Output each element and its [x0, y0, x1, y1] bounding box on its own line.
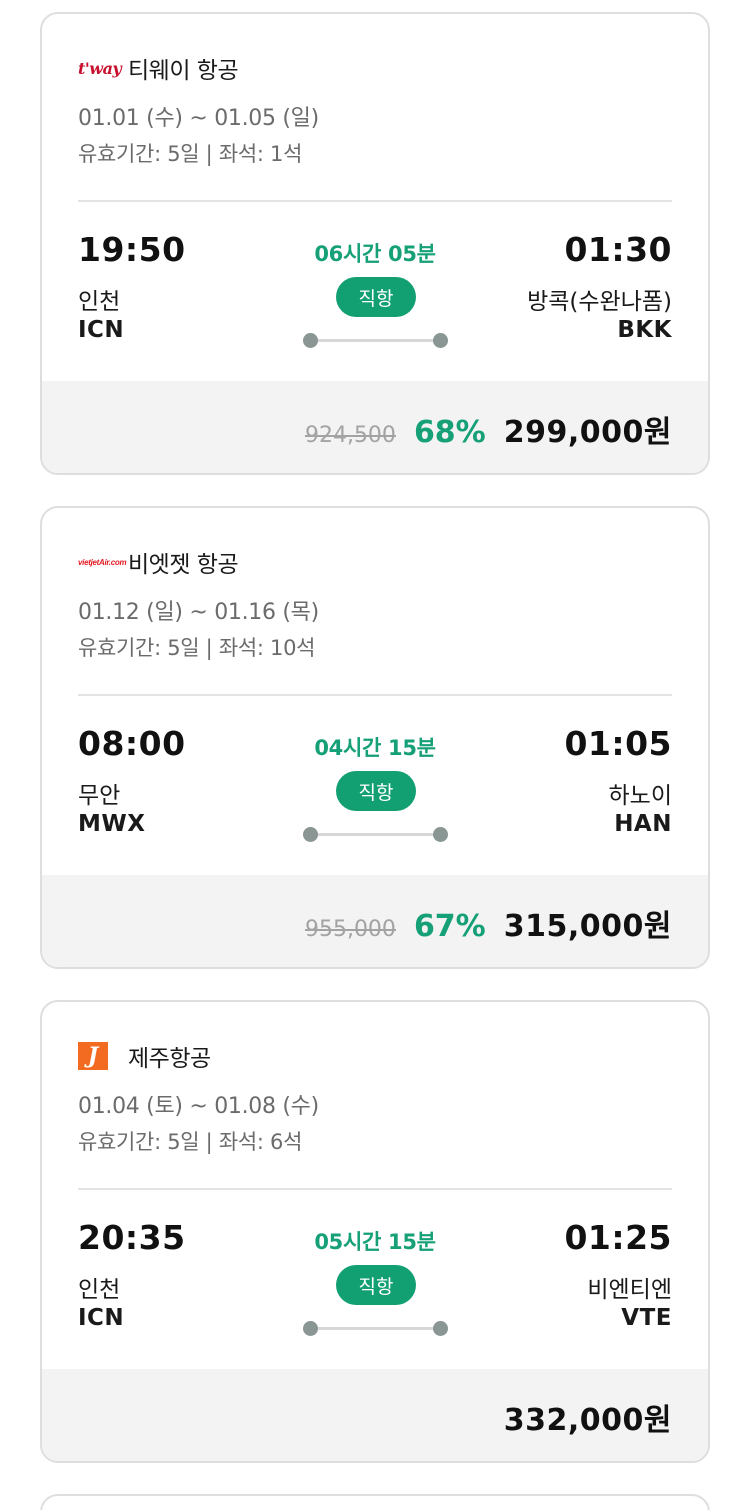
departure-code: MWX: [78, 811, 146, 837]
route-origin-dot-icon: [303, 1321, 318, 1336]
flight-card-partial[interactable]: [40, 1494, 710, 1510]
route-origin-dot-icon: [303, 333, 318, 348]
divider: [78, 694, 672, 696]
arrival-time: 01:30: [564, 230, 672, 269]
divider: [78, 200, 672, 202]
flight-duration: 04시간 15분: [314, 736, 436, 760]
departure-code: ICN: [78, 1305, 125, 1331]
arrival-time: 01:05: [564, 724, 672, 763]
departure-city: 무안: [78, 783, 121, 809]
departure-city: 인천: [78, 289, 121, 315]
flight-list: t'way 티웨이 항공 01.01 (수) ~ 01.05 (일) 유효기간:…: [0, 0, 750, 1510]
jejuair-logo-icon: J: [78, 1041, 118, 1071]
divider: [78, 1188, 672, 1190]
departure-time: 08:00: [78, 724, 186, 763]
departure-time: 20:35: [78, 1218, 186, 1257]
flight-duration: 05시간 15분: [314, 1230, 436, 1254]
tway-logo-icon: t'way: [78, 53, 122, 83]
departure-code: ICN: [78, 317, 125, 343]
arrival-code: VTE: [621, 1305, 672, 1331]
flight-card[interactable]: J 제주항공 01.04 (토) ~ 01.08 (수) 유효기간: 5일 | …: [40, 1000, 710, 1463]
direct-flight-badge: 직항: [336, 1265, 416, 1305]
arrival-city: 방콕(수완나폼): [527, 289, 672, 315]
travel-dates: 01.01 (수) ~ 01.05 (일): [78, 106, 319, 131]
price-bar: 332,000원: [42, 1369, 708, 1461]
airline-name: 비엣젯 항공: [128, 552, 239, 578]
price-row: 332,000원: [504, 1395, 672, 1439]
route-line: [310, 339, 442, 342]
final-price: 299,000원: [503, 415, 672, 450]
route-destination-dot-icon: [433, 333, 448, 348]
airline-row: vietjetAir.com 비엣젯 항공: [78, 544, 239, 580]
arrival-code: HAN: [614, 811, 672, 837]
airline-logo-text: J: [78, 1042, 108, 1070]
airline-logo-text: t'way: [78, 58, 122, 78]
validity-seats: 유효기간: 5일 | 좌석: 6석: [78, 1130, 303, 1154]
discount-rate: 67%: [413, 909, 486, 944]
airline-row: t'way 티웨이 항공: [78, 50, 239, 86]
departure-time: 19:50: [78, 230, 186, 269]
route-destination-dot-icon: [433, 827, 448, 842]
flight-duration: 06시간 05분: [314, 242, 436, 266]
airline-name: 티웨이 항공: [128, 58, 239, 84]
original-price: 955,000: [304, 917, 396, 942]
arrival-city: 하노이: [608, 783, 672, 809]
arrival-code: BKK: [617, 317, 672, 343]
route-destination-dot-icon: [433, 1321, 448, 1336]
vietjet-logo-icon: vietjetAir.com: [78, 547, 127, 577]
airline-logo-text: vietjetAir.com: [78, 557, 127, 567]
departure-city: 인천: [78, 1277, 121, 1303]
discount-rate: 68%: [413, 415, 486, 450]
route-line: [310, 833, 442, 836]
flight-card[interactable]: vietjetAir.com 비엣젯 항공 01.12 (일) ~ 01.16 …: [40, 506, 710, 969]
validity-seats: 유효기간: 5일 | 좌석: 1석: [78, 142, 303, 166]
airline-row: J 제주항공: [78, 1038, 211, 1074]
travel-dates: 01.12 (일) ~ 01.16 (목): [78, 600, 319, 625]
final-price: 315,000원: [503, 909, 672, 944]
route-origin-dot-icon: [303, 827, 318, 842]
price-bar: 955,000 67% 315,000원: [42, 875, 708, 967]
arrival-time: 01:25: [564, 1218, 672, 1257]
price-row: 924,500 68% 299,000원: [305, 407, 672, 451]
arrival-city: 비엔티엔: [587, 1277, 672, 1303]
travel-dates: 01.04 (토) ~ 01.08 (수): [78, 1094, 319, 1119]
flight-card[interactable]: t'way 티웨이 항공 01.01 (수) ~ 01.05 (일) 유효기간:…: [40, 12, 710, 475]
final-price: 332,000원: [503, 1403, 672, 1438]
validity-seats: 유효기간: 5일 | 좌석: 10석: [78, 636, 316, 660]
direct-flight-badge: 직항: [336, 277, 416, 317]
price-row: 955,000 67% 315,000원: [305, 901, 672, 945]
airline-name: 제주항공: [128, 1046, 211, 1072]
route-line: [310, 1327, 442, 1330]
direct-flight-badge: 직항: [336, 771, 416, 811]
original-price: 924,500: [304, 423, 396, 448]
price-bar: 924,500 68% 299,000원: [42, 381, 708, 473]
